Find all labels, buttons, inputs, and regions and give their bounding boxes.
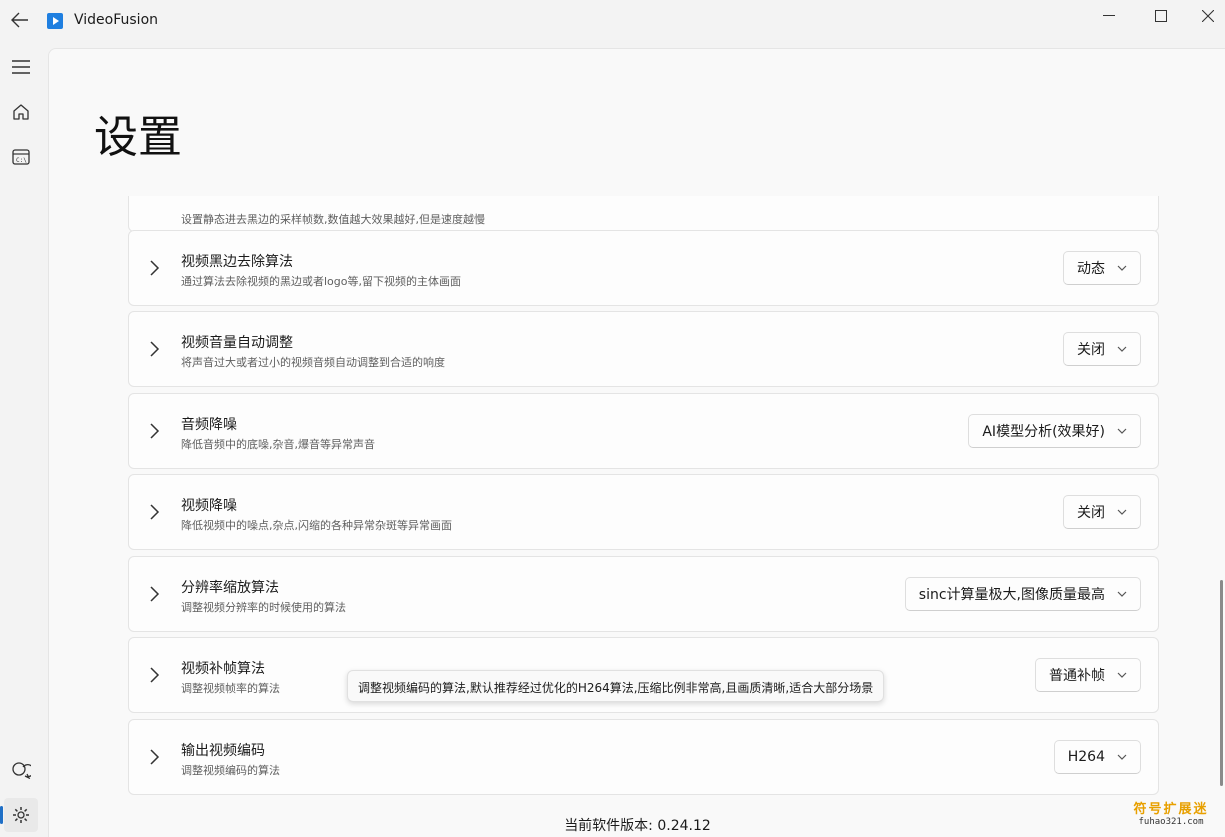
setting-title: 视频补帧算法: [181, 661, 265, 677]
settings-card[interactable]: 输出视频编码 调整视频编码的算法 H264: [128, 719, 1159, 795]
chevron-right-icon[interactable]: [147, 666, 161, 684]
chevron-right-icon[interactable]: [147, 748, 161, 766]
maximize-icon: [1155, 10, 1167, 22]
page-title: 设置: [94, 112, 182, 163]
chevron-down-icon: [1117, 591, 1127, 597]
chevron-down-icon: [1117, 509, 1127, 515]
watermark: 符号扩展迷 fuhao321.com: [1128, 798, 1214, 827]
settings-card[interactable]: 视频黑边去除算法 通过算法去除视频的黑边或者logo等,留下视频的主体画面 动态: [128, 230, 1159, 306]
back-arrow-icon[interactable]: [8, 8, 32, 32]
setting-dropdown[interactable]: 动态: [1063, 251, 1141, 285]
setting-dropdown[interactable]: AI模型分析(效果好): [968, 414, 1141, 448]
setting-desc: 通过算法去除视频的黑边或者logo等,留下视频的主体画面: [181, 275, 461, 288]
setting-dropdown[interactable]: H264: [1053, 740, 1141, 774]
nav-feedback[interactable]: [4, 753, 38, 787]
dropdown-value: 动态: [1077, 261, 1105, 277]
settings-card[interactable]: 音频降噪 降低音频中的底噪,杂音,爆音等异常声音 AI模型分析(效果好): [128, 393, 1159, 469]
close-icon: [1202, 10, 1214, 22]
chat-feedback-icon: [12, 762, 31, 779]
settings-card[interactable]: 分辨率缩放算法 调整视频分辨率的时候使用的算法 sinc计算量极大,图像质量最高: [128, 556, 1159, 632]
chevron-right-icon[interactable]: [147, 422, 161, 440]
settings-list[interactable]: 设置静态进去黑边的采样帧数,数值越大效果越好,但是速度越慢 视频黑边去除算法 通…: [49, 196, 1225, 837]
setting-dropdown[interactable]: 关闭: [1063, 495, 1141, 529]
svg-text:C:\: C:\: [16, 157, 27, 164]
setting-dropdown[interactable]: 关闭: [1063, 332, 1141, 366]
setting-desc: 调整视频分辨率的时候使用的算法: [181, 601, 346, 614]
dropdown-value: 普通补帧: [1049, 668, 1105, 684]
setting-title: 视频黑边去除算法: [181, 254, 293, 270]
watermark-line2: fuhao321.com: [1138, 817, 1204, 827]
setting-title: 音频降噪: [181, 417, 237, 433]
chevron-right-icon[interactable]: [147, 340, 161, 358]
chevron-down-icon: [1117, 754, 1127, 760]
setting-title: 分辨率缩放算法: [181, 580, 279, 596]
terminal-window-icon: C:\: [12, 149, 30, 165]
settings-card-partial[interactable]: 设置静态进去黑边的采样帧数,数值越大效果越好,但是速度越慢: [128, 196, 1159, 232]
encoding-tooltip: 调整视频编码的算法,默认推荐经过优化的H264算法,压缩比例非常高,且画质清晰,…: [347, 670, 885, 702]
setting-title: 视频降噪: [181, 498, 237, 514]
nav-terminal[interactable]: C:\: [4, 140, 38, 174]
chevron-down-icon: [1117, 346, 1127, 352]
watermark-line1: 符号扩展迷: [1133, 802, 1209, 817]
maximize-button[interactable]: [1138, 0, 1184, 32]
home-icon: [13, 104, 29, 120]
setting-desc: 将声音过大或者过小的视频音频自动调整到合适的响度: [181, 356, 445, 369]
settings-card[interactable]: 视频降噪 降低视频中的噪点,杂点,闪缩的各种异常杂斑等异常画面 关闭: [128, 474, 1159, 550]
minimize-button[interactable]: [1086, 0, 1132, 32]
chevron-right-icon[interactable]: [147, 503, 161, 521]
minimize-icon: [1103, 15, 1115, 16]
dropdown-value: AI模型分析(效果好): [982, 424, 1105, 440]
close-button[interactable]: [1185, 0, 1225, 32]
nav-settings[interactable]: [4, 798, 38, 832]
nav-home[interactable]: [4, 95, 38, 129]
setting-dropdown[interactable]: 普通补帧: [1035, 658, 1141, 692]
setting-desc: 调整视频编码的算法: [181, 764, 280, 777]
hamburger-menu-icon: [12, 60, 30, 74]
dropdown-value: 关闭: [1077, 342, 1105, 358]
dropdown-value: H264: [1067, 749, 1105, 765]
dropdown-value: 关闭: [1077, 505, 1105, 521]
chevron-down-icon: [1117, 265, 1127, 271]
scrollbar-thumb[interactable]: [1220, 580, 1223, 786]
setting-desc: 降低音频中的底噪,杂音,爆音等异常声音: [181, 438, 375, 451]
title-bar: VideoFusion: [0, 0, 1225, 44]
setting-desc: 设置静态进去黑边的采样帧数,数值越大效果越好,但是速度越慢: [181, 213, 485, 226]
setting-desc: 降低视频中的噪点,杂点,闪缩的各种异常杂斑等异常画面: [181, 519, 452, 532]
dropdown-value: sinc计算量极大,图像质量最高: [918, 587, 1105, 603]
chevron-right-icon[interactable]: [147, 259, 161, 277]
app-logo-icon: [47, 13, 63, 29]
setting-title: 视频音量自动调整: [181, 335, 293, 351]
setting-title: 输出视频编码: [181, 743, 265, 759]
chevron-down-icon: [1117, 428, 1127, 434]
version-label: 当前软件版本: 0.24.12: [564, 818, 711, 834]
settings-card[interactable]: 视频音量自动调整 将声音过大或者过小的视频音频自动调整到合适的响度 关闭: [128, 311, 1159, 387]
setting-desc: 调整视频帧率的算法: [181, 682, 280, 695]
window-title: VideoFusion: [74, 12, 159, 28]
setting-dropdown[interactable]: sinc计算量极大,图像质量最高: [904, 577, 1141, 611]
nav-menu-button[interactable]: [4, 50, 38, 84]
content-panel: 设置 设置静态进去黑边的采样帧数,数值越大效果越好,但是速度越慢 视频黑边去除算…: [48, 48, 1225, 837]
chevron-down-icon: [1117, 672, 1127, 678]
chevron-right-icon[interactable]: [147, 585, 161, 603]
gear-icon: [13, 807, 29, 823]
nav-selection-indicator: [0, 806, 3, 824]
